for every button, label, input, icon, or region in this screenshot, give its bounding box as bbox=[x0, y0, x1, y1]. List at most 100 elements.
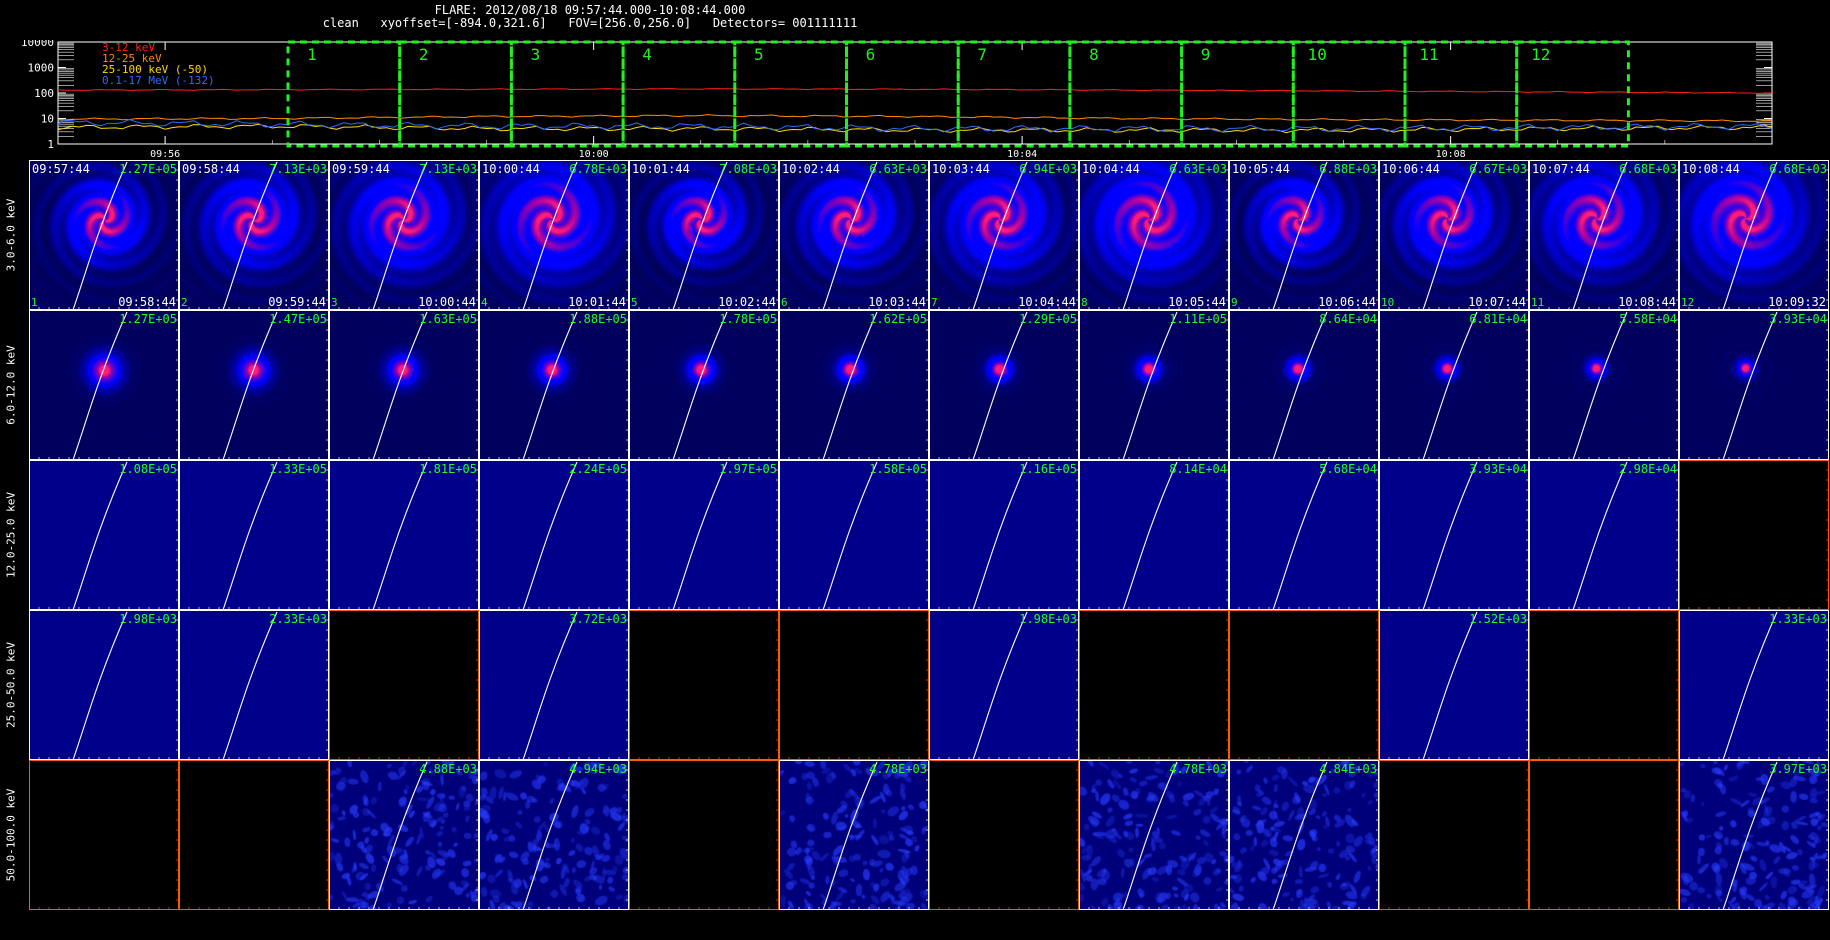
image-frame bbox=[329, 610, 479, 760]
solar-limb-line bbox=[1722, 761, 1778, 910]
image-panel: 6.67E+03 10:06:44 10 10:07:44 bbox=[1379, 160, 1529, 310]
peak-value: 1.29E+05 bbox=[1019, 312, 1077, 326]
solar-limb-line bbox=[522, 161, 578, 310]
image-panel: 1.63E+05 bbox=[329, 310, 479, 460]
energy-band-label: 3.0-6.0 keV bbox=[0, 160, 22, 310]
energy-band-label: 50.0-100.0 keV bbox=[0, 760, 22, 910]
image-frame bbox=[629, 760, 779, 910]
peak-value: 6.88E+03 bbox=[1319, 162, 1377, 176]
start-time-label: 10:06:44 bbox=[1382, 162, 1440, 176]
image-panel: 4.78E+03 bbox=[1079, 760, 1229, 910]
image-frame bbox=[1229, 460, 1379, 610]
image-frame bbox=[329, 310, 479, 460]
solar-limb-line bbox=[72, 161, 128, 310]
image-frame bbox=[1529, 310, 1679, 460]
image-overlay bbox=[1679, 310, 1829, 460]
start-time-label: 10:07:44 bbox=[1532, 162, 1590, 176]
peak-value: 1.98E+03 bbox=[1019, 612, 1077, 626]
image-panel bbox=[629, 610, 779, 760]
image-overlay bbox=[779, 610, 929, 760]
interval-index-label: 10 bbox=[1381, 296, 1395, 309]
image-overlay bbox=[929, 760, 1079, 910]
image-frame bbox=[1229, 610, 1379, 760]
end-time-label: 10:06:44 bbox=[1318, 295, 1376, 309]
start-time-label: 09:58:44 bbox=[182, 162, 240, 176]
solar-limb-line bbox=[222, 311, 278, 460]
interval-index-label: 3 bbox=[331, 296, 338, 309]
image-frame bbox=[929, 460, 1079, 610]
image-overlay bbox=[629, 610, 779, 760]
image-panel: 1.58E+05 bbox=[779, 460, 929, 610]
peak-value: 4.84E+03 bbox=[1319, 762, 1377, 776]
image-frame bbox=[29, 610, 179, 760]
image-panel: 1.33E+03 bbox=[1679, 610, 1829, 760]
image-overlay bbox=[479, 610, 629, 760]
image-panel: 3.72E+03 bbox=[479, 610, 629, 760]
energy-band-label: 25.0-50.0 keV bbox=[0, 610, 22, 760]
peak-value: 4.78E+03 bbox=[1169, 762, 1227, 776]
image-panel bbox=[629, 760, 779, 910]
image-overlay bbox=[1529, 760, 1679, 910]
image-frame bbox=[1379, 760, 1529, 910]
solar-limb-line bbox=[672, 461, 728, 610]
peak-value: 1.98E+03 bbox=[119, 612, 177, 626]
peak-value: 8.64E+04 bbox=[1319, 312, 1377, 326]
image-overlay bbox=[179, 160, 329, 310]
energy-band-text: 50.0-100.0 keV bbox=[4, 788, 18, 882]
image-panel bbox=[1679, 460, 1829, 610]
image-overlay bbox=[329, 310, 479, 460]
solar-limb-line bbox=[372, 761, 428, 910]
image-panel: 4.94E+03 bbox=[479, 760, 629, 910]
peak-value: 1.63E+05 bbox=[419, 312, 477, 326]
peak-value: 7.08E+03 bbox=[719, 162, 777, 176]
image-panel: 1.97E+05 bbox=[629, 460, 779, 610]
peak-value: 3.97E+03 bbox=[1769, 762, 1827, 776]
energy-band-text: 25.0-50.0 keV bbox=[4, 641, 18, 729]
image-overlay bbox=[1529, 610, 1679, 760]
peak-value: 6.94E+03 bbox=[1019, 162, 1077, 176]
image-frame bbox=[1379, 610, 1529, 760]
image-frame bbox=[1679, 760, 1829, 910]
image-frame bbox=[479, 760, 629, 910]
image-overlay bbox=[1079, 610, 1229, 760]
image-panel bbox=[329, 610, 479, 760]
end-time-label: 09:58:44 bbox=[118, 295, 176, 309]
image-overlay bbox=[929, 310, 1079, 460]
image-overlay bbox=[29, 610, 179, 760]
interval-index-label: 7 bbox=[931, 296, 938, 309]
image-panel bbox=[1529, 610, 1679, 760]
solar-limb-line bbox=[1422, 461, 1478, 610]
image-panel bbox=[1229, 610, 1379, 760]
image-panel: 6.63E+03 10:04:44 8 10:05:44 bbox=[1079, 160, 1229, 310]
image-frame bbox=[1529, 160, 1679, 310]
image-overlay bbox=[929, 610, 1079, 760]
image-panel: 2.24E+05 bbox=[479, 460, 629, 610]
peak-value: 6.63E+03 bbox=[1169, 162, 1227, 176]
image-panel bbox=[1079, 610, 1229, 760]
image-frame bbox=[929, 610, 1079, 760]
image-overlay bbox=[929, 460, 1079, 610]
peak-value: 6.81E+04 bbox=[1469, 312, 1527, 326]
start-time-label: 09:57:44 bbox=[32, 162, 90, 176]
interval-index-label: 4 bbox=[481, 296, 488, 309]
image-frame bbox=[179, 310, 329, 460]
image-overlay bbox=[329, 160, 479, 310]
peak-value: 6.67E+03 bbox=[1469, 162, 1527, 176]
image-overlay bbox=[1529, 160, 1679, 310]
interval-index-label: 8 bbox=[1081, 296, 1088, 309]
image-frame bbox=[629, 160, 779, 310]
image-panel: 1.62E+05 bbox=[779, 310, 929, 460]
image-panel: 1.88E+05 bbox=[479, 310, 629, 460]
image-panel: 1.16E+05 bbox=[929, 460, 1079, 610]
start-time-label: 10:02:44 bbox=[782, 162, 840, 176]
solar-limb-line bbox=[372, 161, 428, 310]
image-overlay bbox=[1679, 460, 1829, 610]
image-frame bbox=[179, 460, 329, 610]
peak-value: 4.94E+03 bbox=[569, 762, 627, 776]
peak-value: 1.58E+05 bbox=[869, 462, 927, 476]
image-overlay bbox=[629, 460, 779, 610]
image-overlay bbox=[29, 160, 179, 310]
image-overlay bbox=[1379, 310, 1529, 460]
solar-limb-line bbox=[372, 311, 428, 460]
image-panel: 4.88E+03 bbox=[329, 760, 479, 910]
